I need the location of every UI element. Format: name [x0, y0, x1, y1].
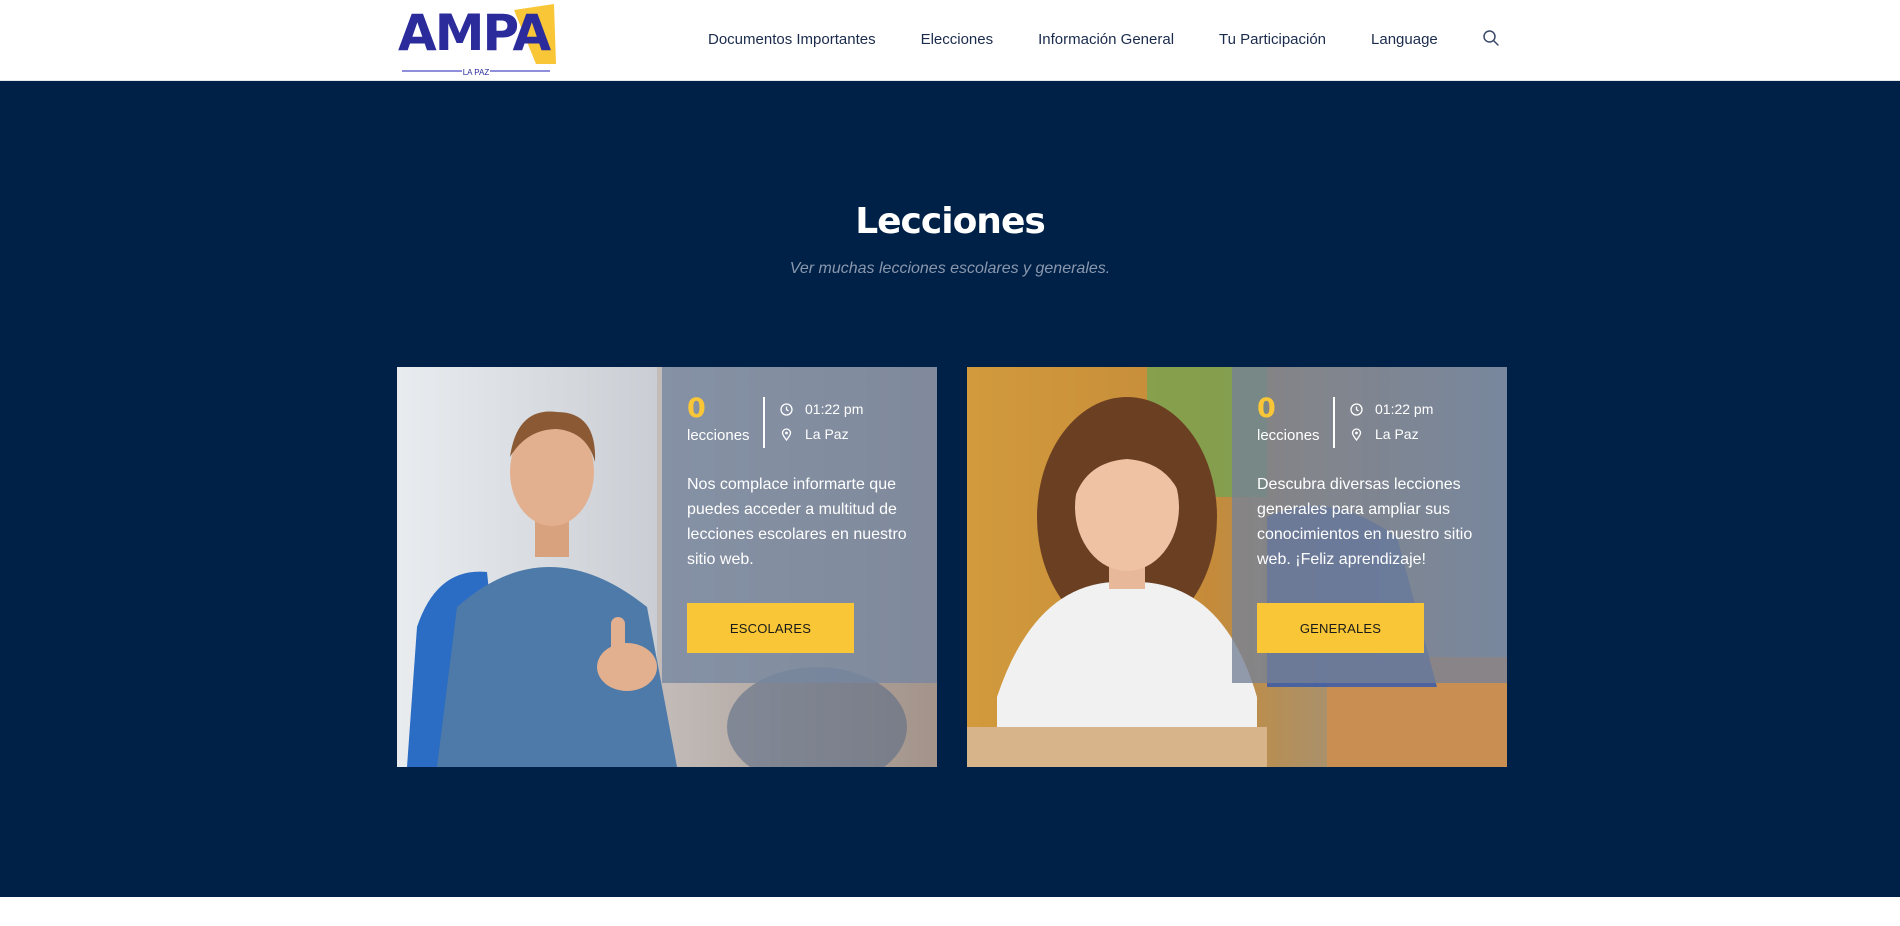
clock-icon	[780, 402, 793, 416]
lesson-place: La Paz	[780, 426, 849, 442]
card-info-panel: 0 lecciones 01:22 pm La Paz Descubra div…	[1232, 367, 1507, 683]
lesson-place: La Paz	[1350, 426, 1419, 442]
lecciones-section: Lecciones Ver muchas lecciones escolares…	[0, 81, 1900, 897]
lesson-card-escolares: 0 lecciones 01:22 pm La Paz Nos complace…	[397, 367, 937, 767]
svg-text:LA PAZ: LA PAZ	[463, 68, 490, 76]
site-header: AMPA LA PAZ Documentos Importantes Elecc…	[0, 0, 1900, 81]
ampa-logo[interactable]: AMPA LA PAZ	[398, 4, 556, 76]
lesson-count-label: lecciones	[687, 427, 750, 444]
lesson-time-text: 01:22 pm	[1375, 401, 1434, 417]
lesson-description: Descubra diversas lecciones generales pa…	[1257, 476, 1473, 568]
info-divider	[763, 397, 765, 448]
nav-informacion-general[interactable]: Información General	[1038, 31, 1174, 48]
lesson-card-generales: 0 lecciones 01:22 pm La Paz Descubra div…	[967, 367, 1507, 767]
nav-elecciones[interactable]: Elecciones	[921, 31, 994, 48]
info-divider	[1333, 397, 1335, 448]
section-title: Lecciones	[855, 201, 1046, 242]
lesson-time: 01:22 pm	[1350, 401, 1433, 417]
map-pin-icon	[781, 427, 792, 441]
search-icon[interactable]	[1482, 29, 1500, 47]
lesson-place-text: La Paz	[805, 426, 849, 442]
generales-button[interactable]: GENERALES	[1257, 603, 1424, 653]
clock-icon	[1350, 402, 1363, 416]
lesson-time: 01:22 pm	[780, 401, 863, 417]
lesson-place-text: La Paz	[1375, 426, 1419, 442]
map-pin-icon	[1351, 427, 1362, 441]
lesson-count: 0	[1257, 393, 1276, 424]
main-nav: Documentos Importantes Elecciones Inform…	[708, 0, 1500, 78]
svg-text:AMPA: AMPA	[398, 4, 552, 62]
nav-documentos-importantes[interactable]: Documentos Importantes	[708, 31, 876, 48]
nav-language[interactable]: Language	[1371, 31, 1438, 48]
lesson-description: Nos complace informarte que puedes acced…	[687, 476, 907, 568]
section-subtitle: Ver muchas lecciones escolares y general…	[789, 260, 1111, 277]
lesson-time-text: 01:22 pm	[805, 401, 864, 417]
escolares-button[interactable]: ESCOLARES	[687, 603, 854, 653]
nav-tu-participacion[interactable]: Tu Participación	[1219, 31, 1326, 48]
lesson-count: 0	[687, 393, 706, 424]
footer-strip	[0, 897, 1900, 926]
card-info-panel: 0 lecciones 01:22 pm La Paz Nos complace…	[662, 367, 937, 683]
lesson-count-label: lecciones	[1257, 427, 1320, 444]
